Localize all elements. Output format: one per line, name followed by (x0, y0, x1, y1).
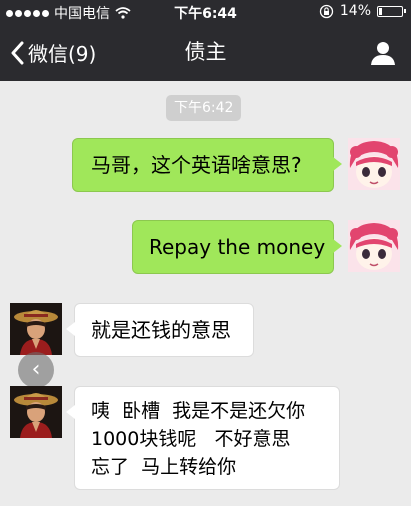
straw-hat-avatar-icon (10, 303, 62, 355)
message-text: Repay the money (149, 235, 326, 259)
message-line: 忘了 马上转给你 (91, 456, 237, 478)
message-line: 1000块钱呢 不好意思 (91, 428, 291, 450)
status-bar: 中国电信 下午6:44 14% (0, 0, 411, 24)
chat-title: 债主 (184, 40, 227, 64)
message-text: 马哥，这个英语啥意思? (91, 153, 302, 177)
nav-bar: 微信(9) 债主 (0, 24, 411, 81)
avatar-contact[interactable] (10, 303, 62, 355)
straw-hat-avatar-icon (10, 386, 62, 438)
message-bubble-outgoing[interactable]: 马哥，这个英语啥意思? (72, 138, 342, 192)
person-icon[interactable] (370, 40, 396, 66)
anime-girl-avatar-icon (348, 220, 400, 272)
lock-rotation-icon (319, 4, 334, 18)
avatar-self[interactable] (348, 138, 400, 190)
message-timestamp: 下午6:42 (166, 95, 242, 121)
avatar-contact[interactable] (10, 386, 62, 438)
message-bubble-outgoing[interactable]: Repay the money (132, 220, 342, 274)
message-bubble-incoming[interactable]: 咦 卧槽 我是不是还欠你 1000块钱呢 不好意思 忘了 马上转给你 (66, 386, 340, 490)
status-right: 14% (319, 3, 406, 19)
battery-percent: 14% (339, 3, 371, 19)
avatar-self[interactable] (348, 220, 400, 272)
message-bubble-incoming[interactable]: 就是还钱的意思 (66, 303, 254, 357)
anime-girl-avatar-icon (348, 138, 400, 190)
message-text: 就是还钱的意思 (91, 318, 231, 342)
left-arrow-icon[interactable]: ‹ (18, 352, 54, 388)
message-line: 咦 卧槽 我是不是还欠你 (91, 400, 306, 422)
battery-icon (377, 5, 406, 17)
